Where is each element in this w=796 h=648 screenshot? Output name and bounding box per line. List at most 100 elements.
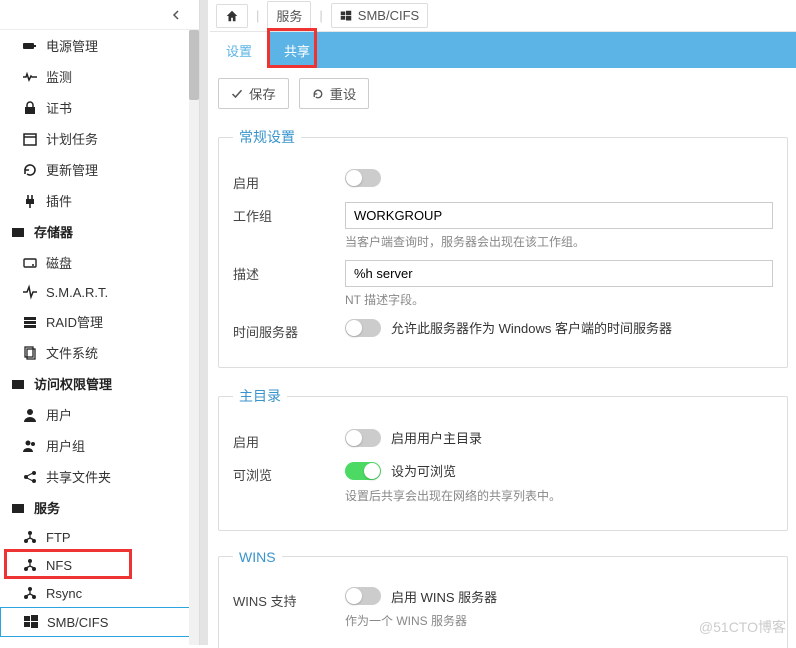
check-icon — [231, 88, 243, 100]
lock-icon — [22, 100, 38, 116]
description-help: NT 描述字段。 — [345, 291, 773, 308]
sidebar-item-label: 访问权限管理 — [34, 374, 112, 393]
sidebar-item-label: S.M.A.R.T. — [46, 285, 108, 300]
network-icon — [22, 557, 38, 573]
sidebar-item-label: 证书 — [46, 98, 72, 117]
home-browse-label: 可浏览 — [233, 461, 333, 484]
sidebar-item-18[interactable]: Rsync — [0, 579, 199, 607]
splitter[interactable] — [200, 0, 208, 645]
sidebar-item-8[interactable]: S.M.A.R.T. — [0, 278, 199, 306]
tab-bar: 设置 共享 — [210, 32, 796, 68]
timeserver-label: 时间服务器 — [233, 318, 333, 341]
sidebar-item-label: 用户 — [46, 405, 72, 424]
description-label: 描述 — [233, 260, 333, 283]
sidebar-item-15[interactable]: 服务 — [0, 492, 199, 523]
box-icon — [10, 376, 26, 392]
breadcrumb-separator: | — [254, 8, 261, 23]
box-icon — [10, 224, 26, 240]
save-button-label: 保存 — [249, 84, 276, 103]
sidebar-item-label: 更新管理 — [46, 160, 98, 179]
box-icon — [10, 500, 26, 516]
home-enable-toggle[interactable] — [345, 429, 381, 447]
sidebar-item-6[interactable]: 存储器 — [0, 216, 199, 247]
tab-settings[interactable]: 设置 — [210, 32, 268, 68]
network-icon — [22, 529, 38, 545]
content-area: 常规设置 启用 工作组 当客户端查询时，服务器会出现在该工作组。 描述 — [210, 119, 796, 648]
plug-icon — [22, 193, 38, 209]
breadcrumb: | 服务 | SMB/CIFS — [210, 0, 796, 32]
chevron-left-icon — [171, 10, 181, 20]
sidebar-item-10[interactable]: 文件系统 — [0, 337, 199, 368]
lock-icon — [22, 100, 38, 116]
breadcrumb-services[interactable]: 服务 — [267, 1, 311, 30]
breadcrumb-home[interactable] — [216, 4, 248, 28]
sidebar-item-label: 存储器 — [34, 222, 73, 241]
sidebar-item-2[interactable]: 证书 — [0, 92, 199, 123]
network-icon — [22, 585, 38, 601]
network-icon — [22, 557, 38, 573]
pulse-icon — [22, 284, 38, 300]
plug-icon — [22, 193, 38, 209]
enable-toggle[interactable] — [345, 169, 381, 187]
windows-icon — [340, 10, 352, 22]
home-enable-label: 启用 — [233, 428, 333, 451]
breadcrumb-current-label: SMB/CIFS — [358, 8, 419, 23]
sidebar-item-label: 电源管理 — [46, 36, 98, 55]
sidebar-item-13[interactable]: 用户组 — [0, 430, 199, 461]
sidebar-item-14[interactable]: 共享文件夹 — [0, 461, 199, 492]
sidebar-item-1[interactable]: 监测 — [0, 61, 199, 92]
sidebar-item-label: 计划任务 — [46, 129, 98, 148]
section-general-legend: 常规设置 — [233, 127, 301, 147]
wins-support-text: 启用 WINS 服务器 — [391, 587, 497, 606]
workgroup-input[interactable] — [345, 202, 773, 229]
users-icon — [22, 438, 38, 454]
user-icon — [22, 407, 38, 423]
sidebar-item-label: 文件系统 — [46, 343, 98, 362]
box-icon — [10, 376, 26, 392]
home-browse-toggle[interactable] — [345, 462, 381, 480]
sidebar-collapse-toggle[interactable] — [0, 0, 199, 30]
sidebar-item-label: Rsync — [46, 586, 82, 601]
timeserver-text: 允许此服务器作为 Windows 客户端的时间服务器 — [391, 318, 672, 337]
sidebar-item-7[interactable]: 磁盘 — [0, 247, 199, 278]
network-icon — [22, 529, 38, 545]
layers-icon — [22, 314, 38, 330]
box-icon — [10, 500, 26, 516]
tab-shares[interactable]: 共享 — [268, 32, 326, 68]
sidebar-item-0[interactable]: 电源管理 — [0, 30, 199, 61]
pulse-icon — [22, 284, 38, 300]
sidebar-item-label: 服务 — [34, 498, 60, 517]
sidebar-item-9[interactable]: RAID管理 — [0, 306, 199, 337]
description-input[interactable] — [345, 260, 773, 287]
enable-label: 启用 — [233, 169, 333, 192]
windows-icon — [23, 614, 39, 630]
sidebar-item-label: 监测 — [46, 67, 72, 86]
sidebar-item-19[interactable]: SMB/CIFS — [0, 607, 199, 637]
breadcrumb-smbcifs[interactable]: SMB/CIFS — [331, 3, 428, 28]
windows-icon — [23, 614, 39, 630]
sidebar-item-5[interactable]: 插件 — [0, 185, 199, 216]
battery-icon — [22, 38, 38, 54]
sidebar-item-11[interactable]: 访问权限管理 — [0, 368, 199, 399]
sidebar-item-17[interactable]: NFS — [0, 551, 199, 579]
wins-support-toggle[interactable] — [345, 587, 381, 605]
layers-icon — [22, 314, 38, 330]
section-general: 常规设置 启用 工作组 当客户端查询时，服务器会出现在该工作组。 描述 — [218, 127, 788, 368]
sidebar-item-12[interactable]: 用户 — [0, 399, 199, 430]
workgroup-label: 工作组 — [233, 202, 333, 225]
sidebar-item-label: SMB/CIFS — [47, 615, 108, 630]
timeserver-toggle[interactable] — [345, 319, 381, 337]
sidebar-item-label: 共享文件夹 — [46, 467, 111, 486]
reset-button[interactable]: 重设 — [299, 78, 370, 109]
section-home: 主目录 启用 启用用户主目录 可浏览 设为可浏览 设置后 — [218, 386, 788, 531]
sidebar-item-4[interactable]: 更新管理 — [0, 154, 199, 185]
sidebar-item-16[interactable]: FTP — [0, 523, 199, 551]
sidebar-scrollbar-thumb[interactable] — [189, 30, 199, 100]
wins-support-label: WINS 支持 — [233, 587, 333, 610]
save-button[interactable]: 保存 — [218, 78, 289, 109]
home-browse-help: 设置后共享会出现在网络的共享列表中。 — [345, 487, 773, 504]
refresh-icon — [22, 162, 38, 178]
sidebar-item-label: 用户组 — [46, 436, 85, 455]
sidebar-item-20[interactable]: SSH — [0, 637, 199, 645]
sidebar-item-3[interactable]: 计划任务 — [0, 123, 199, 154]
